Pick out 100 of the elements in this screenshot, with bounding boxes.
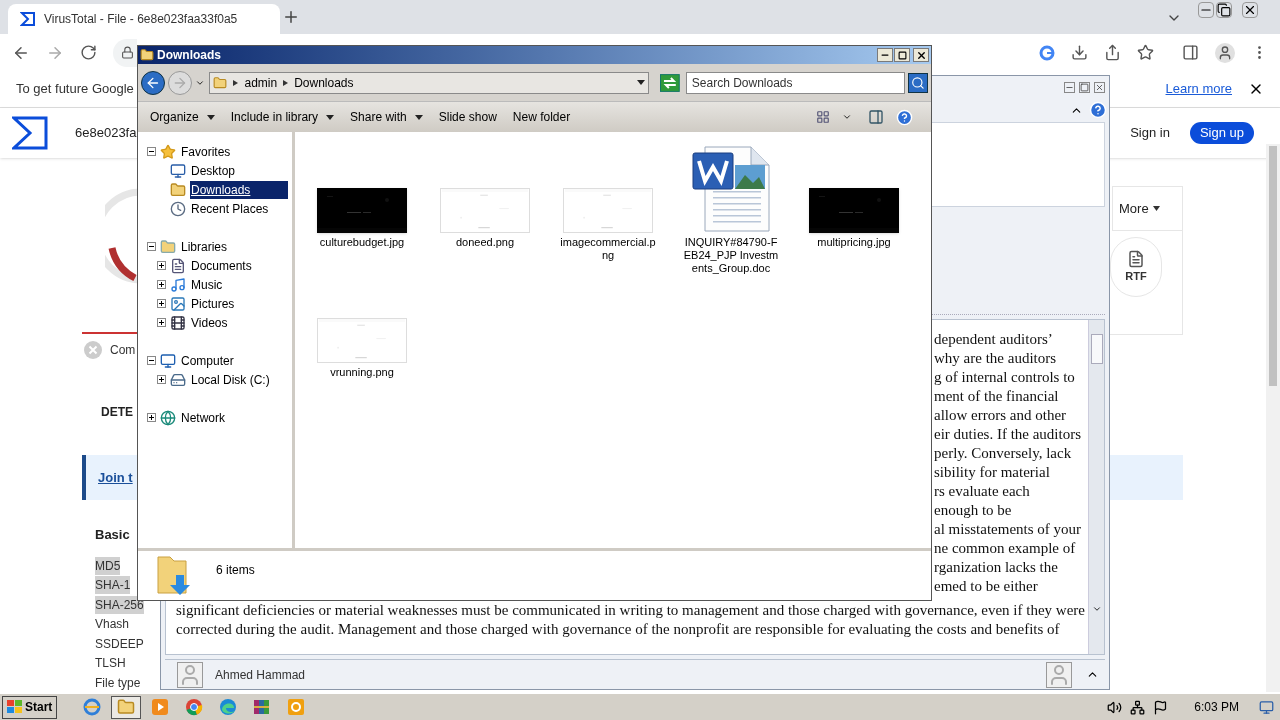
field-label: TLSH <box>95 655 126 673</box>
toolbar-button[interactable]: Share with <box>342 105 431 129</box>
preview-pane-icon[interactable] <box>868 109 884 125</box>
star-icon <box>160 143 176 160</box>
bookmark-icon[interactable] <box>1137 44 1154 61</box>
sigma-logo-icon <box>12 116 48 150</box>
document-icon <box>170 257 186 274</box>
volume-icon[interactable] <box>1107 699 1123 715</box>
nav-item[interactable]: Recent Places <box>190 199 270 218</box>
expander-toggle[interactable] <box>146 242 156 251</box>
minimize-icon[interactable] <box>1064 81 1075 93</box>
text-line: ne common example of <box>934 539 1076 558</box>
nav-item[interactable]: Downloads <box>190 180 288 199</box>
scroll-thumb[interactable] <box>1269 146 1277 386</box>
back-button[interactable] <box>141 70 165 95</box>
toolbar-button[interactable]: New folder <box>504 105 579 129</box>
help-icon[interactable] <box>1089 101 1107 119</box>
search-button[interactable] <box>908 72 928 93</box>
clock: 6:03 PM <box>1194 699 1239 716</box>
close-button[interactable] <box>913 48 929 62</box>
toolbar-button[interactable]: Slide show <box>430 105 505 129</box>
flag-icon[interactable] <box>1153 699 1169 715</box>
nav-item[interactable]: Music <box>190 275 224 294</box>
file-name: INQUIRY#84790-FEB24_PJP Investments_Group.doc <box>682 236 780 275</box>
download-icon[interactable] <box>1071 44 1088 61</box>
dropdown-icon[interactable] <box>637 80 646 85</box>
address-field[interactable]: admin Downloads <box>209 71 650 94</box>
view-options-icon[interactable] <box>842 112 852 122</box>
help-icon[interactable] <box>896 108 913 126</box>
expander-toggle[interactable] <box>156 261 166 270</box>
toolbar-button[interactable]: Organize <box>142 105 223 129</box>
minimize-icon[interactable] <box>1198 2 1214 18</box>
expander-toggle[interactable] <box>146 356 156 365</box>
new-tab-icon[interactable] <box>282 8 300 26</box>
nav-item[interactable]: Desktop <box>190 161 237 180</box>
word-document-icon <box>691 145 771 233</box>
music-note-icon <box>170 276 186 293</box>
sign-up-button[interactable]: Sign up <box>1189 122 1254 144</box>
file-item[interactable]: imagecommercial.png <box>553 145 663 275</box>
sigma-logo-icon <box>20 11 36 27</box>
scroll-thumb[interactable] <box>1090 334 1103 364</box>
show-desktop-icon[interactable] <box>1259 699 1274 715</box>
text-line: enough to be <box>934 501 1012 520</box>
breadcrumb-item[interactable]: Downloads <box>294 73 354 92</box>
nav-item[interactable]: Local Disk (C:) <box>190 370 271 389</box>
scroll-down-icon[interactable] <box>1091 604 1102 614</box>
folder-icon <box>140 48 154 62</box>
chrome-icon <box>185 698 204 716</box>
expander-toggle[interactable] <box>156 375 166 384</box>
field-label: Vhash <box>95 616 130 634</box>
file-name: vrunning.png <box>329 366 395 379</box>
expander-toggle[interactable] <box>156 280 166 289</box>
network-icon[interactable] <box>1130 699 1146 715</box>
file-item[interactable]: INQUIRY#84790-FEB24_PJP Investments_Group.doc <box>676 145 786 275</box>
join-link[interactable]: Join t <box>98 467 133 488</box>
folder-icon <box>117 698 136 716</box>
detection-tab[interactable]: DETE <box>101 403 133 421</box>
nav-item[interactable]: Videos <box>190 313 229 332</box>
file-item[interactable]: doneed.png <box>430 145 540 275</box>
expander-toggle[interactable] <box>156 318 166 327</box>
view-icon[interactable] <box>816 110 830 124</box>
more-menu[interactable]: More <box>1112 186 1183 231</box>
side-panel-icon[interactable] <box>1182 44 1199 61</box>
search-field[interactable]: Search Downloads <box>685 71 906 94</box>
share-icon[interactable] <box>1104 44 1121 61</box>
nav-item[interactable]: Computer <box>180 351 235 370</box>
learn-more-link[interactable]: Learn more <box>1165 79 1232 99</box>
maximize-icon[interactable] <box>1079 81 1090 93</box>
browser-tab[interactable]: VirusTotal - File - 6e8e023faa33f0a5 <box>8 4 280 34</box>
refresh-button[interactable] <box>660 73 680 92</box>
restore-icon[interactable] <box>1216 2 1232 18</box>
nav-item[interactable]: Pictures <box>190 294 236 313</box>
expander-toggle[interactable] <box>156 299 166 308</box>
toolbar-button[interactable]: Include in library <box>222 105 343 129</box>
nav-item[interactable]: Favorites <box>180 142 232 161</box>
file-name: imagecommercial.png <box>559 236 657 262</box>
expander-toggle[interactable] <box>146 147 156 156</box>
text-line: dependent auditors’ <box>934 330 1053 349</box>
sign-in-link[interactable]: Sign in <box>1130 123 1170 143</box>
close-icon <box>915 49 927 61</box>
file-name: multipricing.jpg <box>816 236 892 249</box>
profile-icon[interactable] <box>1215 42 1235 63</box>
nav-item[interactable]: Libraries <box>180 237 229 256</box>
file-item[interactable]: culturebudget.jpg <box>307 145 417 275</box>
close-icon[interactable] <box>1242 2 1258 18</box>
minimize-button[interactable] <box>877 48 893 62</box>
nav-item[interactable]: Documents <box>190 256 253 275</box>
maximize-button[interactable] <box>894 48 910 62</box>
file-item[interactable]: vrunning.png <box>307 275 417 379</box>
film-icon <box>170 314 186 331</box>
taskbar-app-button[interactable] <box>111 695 142 719</box>
address-bar[interactable] <box>113 38 137 67</box>
reload-icon[interactable] <box>80 44 97 61</box>
expander-toggle[interactable] <box>146 413 156 422</box>
media-player-icon <box>151 698 170 716</box>
file-item[interactable]: multipricing.jpg <box>799 145 909 275</box>
nav-item[interactable]: Network <box>180 408 226 427</box>
breadcrumb-item[interactable]: admin <box>244 73 278 92</box>
start-button[interactable]: Start <box>2 695 58 719</box>
text-line: significant deficiencies or material weaknesses must be communicated in writing to management and those charged with governance, even if they were <box>176 601 1085 620</box>
